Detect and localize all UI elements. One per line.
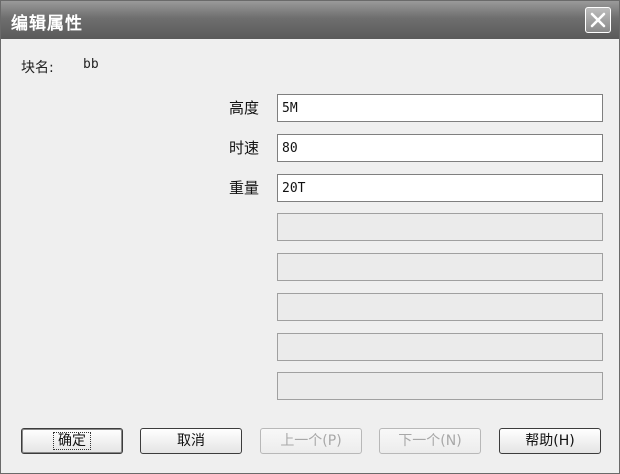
attribute-label-speed: 时速 bbox=[228, 139, 259, 157]
previous-button-label: 上一个(P) bbox=[280, 433, 342, 449]
block-name-value: bb bbox=[83, 57, 99, 72]
attribute-label-weight: 重量 bbox=[228, 179, 259, 197]
attribute-input-empty-4 bbox=[277, 213, 603, 241]
close-button[interactable] bbox=[585, 7, 611, 33]
attribute-input-empty-7 bbox=[277, 333, 603, 361]
block-name-label: 块名: bbox=[21, 60, 54, 76]
help-button-label: 帮助(H) bbox=[525, 433, 575, 449]
previous-button[interactable]: 上一个(P) bbox=[260, 428, 362, 454]
attribute-label-height: 高度 bbox=[228, 99, 259, 117]
next-button[interactable]: 下一个(N) bbox=[379, 428, 481, 454]
ok-button[interactable]: 确定 bbox=[21, 428, 123, 454]
attribute-input-speed[interactable] bbox=[277, 134, 603, 162]
attribute-input-empty-5 bbox=[277, 253, 603, 281]
cancel-button-label: 取消 bbox=[177, 433, 205, 449]
window-title: 编辑属性 bbox=[11, 14, 83, 34]
next-button-label: 下一个(N) bbox=[398, 433, 462, 449]
attribute-input-empty-6 bbox=[277, 293, 603, 321]
close-icon bbox=[590, 12, 606, 28]
help-button[interactable]: 帮助(H) bbox=[499, 428, 601, 454]
edit-attributes-dialog: 编辑属性 块名: bb 高度 时速 重量 确定 取消 上一个(P) 下一个(N)… bbox=[0, 0, 620, 474]
cancel-button[interactable]: 取消 bbox=[140, 428, 242, 454]
attribute-input-empty-8 bbox=[277, 372, 603, 400]
title-bar[interactable]: 编辑属性 bbox=[1, 1, 619, 39]
attribute-input-weight[interactable] bbox=[277, 174, 603, 202]
attribute-input-height[interactable] bbox=[277, 94, 603, 122]
ok-button-label: 确定 bbox=[53, 432, 91, 450]
